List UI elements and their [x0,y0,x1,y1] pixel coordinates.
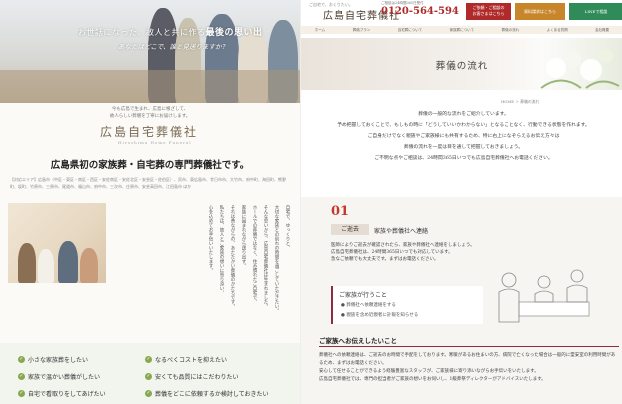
line-consult-button[interactable]: LINEで相談 [569,3,622,20]
family-task-item: ● 葬儀社へ依頼連絡をする [341,303,396,308]
checklist-item: ✓ 家族で温かい葬儀がしたい [18,373,101,381]
step-body-line: 広島自宅葬儀社は、24時間365日いつでも対応しています。 [331,250,453,255]
section-title: ご家族へお伝えしたいこと [319,337,397,345]
global-nav: ホーム 葬儀プラン 自宅葬について 家族葬について 葬儀の流れ よくある質問 会… [301,26,622,34]
message-column: 心を込めてお手伝いいたします。 [208,205,213,273]
brochure-request-button[interactable]: 資料請求はこちら [515,3,565,20]
step-title: 家族や葬儀社へ連絡 [374,228,429,235]
right-page-screenshot: ご自宅で、おくりたい。 広島自宅葬儀社 ご相談は24時間365日受付 0120-… [300,0,622,404]
family-photo [8,203,106,283]
checklist-item: ✓ なるべくコストを抑えたい [145,356,228,364]
check-icon: ✓ [18,356,25,363]
breadcrumb[interactable]: HOME ＞ 葬儀の流れ [501,99,539,105]
step-label-pill: ご逝去 [331,224,369,235]
nav-item-home[interactable]: ホーム [315,28,325,33]
hero-catchcopy: お世話になった、故人と共に作る最後の思い出 [78,28,263,38]
hero-image [0,0,300,103]
page-title: 葬儀の流れ [435,61,489,72]
nav-item-plans[interactable]: 葬儀プラン [353,28,371,33]
section-divider [319,346,619,347]
checklist-item: ✓ 葬儀をどこに依頼するか検討しておきたい [145,390,269,398]
step-number: 01 [331,204,350,219]
lead-text: 葬儀の一般的な流れをご紹介しています。 予め把握しておくことで、もしもの時に「ど… [321,109,606,164]
checklist-item: ✓ 安くても品質にはこだわりたい [145,373,239,381]
consultation-button[interactable]: ご依頼・ご相談の お客さまはこちら [466,3,511,20]
lead-line: 葬儀の一般的な流れをご紹介しています。 [418,112,509,117]
step-body: 医師によりご逝去が確認されたら、家族や葬儀社へ連絡をしましょう。 広島自宅葬儀社… [331,242,526,263]
lead-line: 葬儀の流れを一度は目を通して把握しておきましょう。 [403,145,524,150]
message-column: 私たちは、故人とご家族の想いに寄り添い、 [219,205,224,295]
button-label: お客さまはこちら [472,11,505,16]
hero-catchcopy-emphasis: 最後の思い出 [205,28,263,38]
family-tasks-title: ご家族が行うこと [339,292,388,299]
nav-item-company[interactable]: 会社概要 [595,28,609,33]
checklist-item: ✓ 自宅で看取りをしてあげたい [18,390,106,398]
nav-item-family-funeral[interactable]: 家族葬について [450,28,474,33]
message-column: そんな思いから、広島自宅葬儀社は生まれました。 [263,205,268,309]
lead-line: 予め把握しておくことで、もしもの時に「どうしていいかわからない」となることなく、… [337,123,590,128]
checklist-item: ✓ 小さな家族葬をしたい [18,356,89,364]
section-body-line: 安心して任せることができるよう経験豊富なスタッフが、ご家族様に寄り添いながらお手… [319,369,539,374]
section-body-line: 葬儀社への依頼連絡は、ご逝去のお時間で手配をしております。寒暖があるお住まいの方… [319,353,616,366]
intro-text: 今も広島で生まれ、広島に根ざして、 故人らしい葬儀を丁寧にお届けします。 [0,106,300,120]
check-icon: ✓ [18,373,25,380]
family-task-item: ● 親族を含め近親者に訃報を知らせる [341,313,419,318]
nav-item-home-funeral[interactable]: 自宅葬について [398,28,422,33]
check-icon: ✓ [145,373,152,380]
message-column: 大切な家族との別れの時間を過ごしていただきたい。 [274,205,279,313]
bedside-illustration [498,269,590,323]
section-body: 葬儀社への依頼連絡は、ご逝去のお時間で手配をしております。寒暖があるお住まいの方… [319,352,619,384]
page-tagline: 広島県初の家族葬・自宅葬の専門葬儀社です。 [50,160,250,171]
phone-number-link[interactable]: 0120-564-594 [381,6,459,17]
message-column: 家族に囲まれながら送り出す。 [241,205,246,268]
message-column: ホールでの葬儀ではなく、住み慣れたご自宅で、 [252,205,257,304]
needs-checklist: ✓ 小さな家族葬をしたい ✓ なるべくコストを抑えたい ✓ 家族で温かい葬儀がしたい … [0,343,300,404]
lead-line: ご不明な点やご相談は、24時間365日いつでも広島自宅葬儀社へお電話ください。 [374,156,553,161]
intro-line: 故人らしい葬儀を丁寧にお届けします。 [109,114,191,119]
nav-item-faq[interactable]: よくある質問 [547,28,568,33]
vertical-message: 自宅で、ゆっくりと、 大切な家族との別れの時間を過ごしていただきたい。 そんな思… [130,205,290,315]
service-areas: 【対応エリア】広島市（中区・東区・南区・西区・安佐南区・安佐北区・安芸区・佐伯区… [10,177,286,189]
section-body-line: 広島自宅葬儀社では、専門の担当者がご家族の想いをお伺いし、1級葬祭ディレクターが… [319,377,546,382]
left-page-screenshot: お世話になった、故人と共に作る最後の思い出 あなたはどこで、誰と見送りますか？ … [0,0,300,404]
step-body-line: 医師によりご逝去が確認されたら、家族や葬儀社へ連絡をしましょう。 [331,243,475,248]
check-icon: ✓ [145,390,152,397]
nav-item-flow[interactable]: 葬儀の流れ [502,28,520,33]
check-icon: ✓ [145,356,152,363]
site-logo[interactable]: 広島自宅葬儀社 [100,123,198,140]
message-column: 自宅で、ゆっくりと、 [285,205,290,250]
message-column: それは昔ながらの、あたたかい葬儀のかたちです。 [230,205,235,309]
check-icon: ✓ [18,390,25,397]
intro-line: 今も広島で生まれ、広島に根ざして、 [111,107,189,112]
site-logo-sub: Hiroshima Home Funeral [118,140,192,145]
lead-line: ご自身だけでなく親族やご家族様にも共有するため、特に右上になぞらえるお伝え方々は [367,134,560,139]
hero-subcopy: あなたはどこで、誰と見送りますか？ [118,43,229,51]
